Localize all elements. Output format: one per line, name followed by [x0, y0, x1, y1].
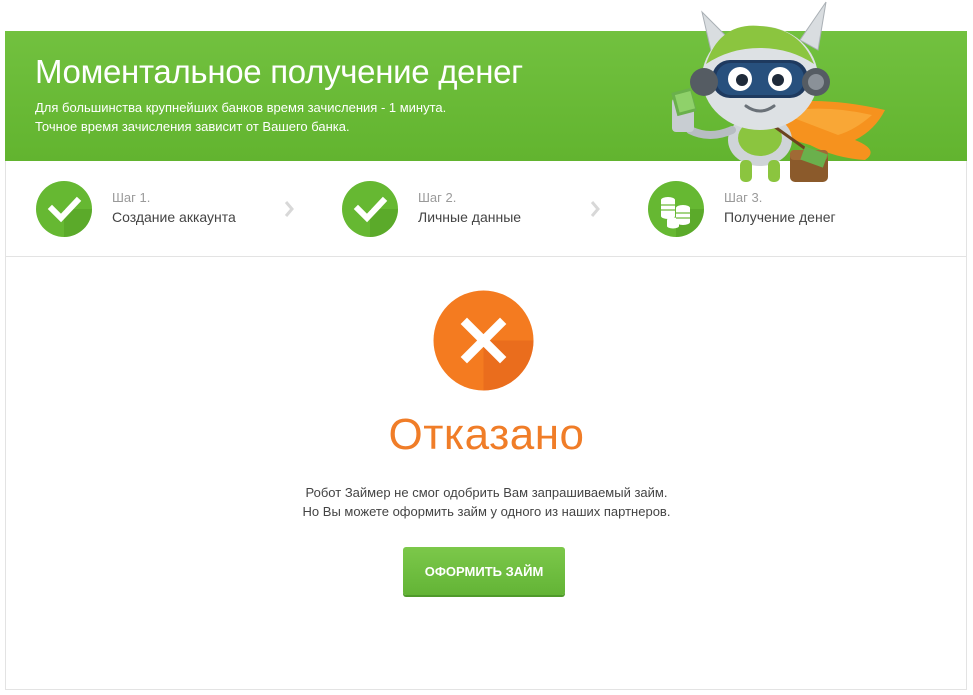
banner-title: Моментальное получение денег: [35, 53, 523, 90]
step-3-number: Шаг 3.: [724, 190, 763, 205]
banner-subtitle-line2: Точное время зачисления зависит от Вашег…: [35, 119, 350, 134]
reject-close-icon: [433, 290, 534, 391]
step-2-name: Личные данные: [418, 209, 522, 225]
result-message-line2: Но Вы можете оформить займ у одного из н…: [302, 504, 671, 519]
step-1-check-icon: [36, 181, 92, 237]
step-1-number: Шаг 1.: [112, 190, 151, 205]
result-message: Робот Займер не смог одобрить Вам запраш…: [0, 483, 973, 521]
step-3-coins-icon: [648, 181, 704, 237]
step-3-name: Получение денег: [724, 209, 836, 225]
get-loan-button[interactable]: ОФОРМИТЬ ЗАЙМ: [403, 547, 565, 595]
result-title: Отказано: [388, 410, 585, 459]
step-2-number: Шаг 2.: [418, 190, 457, 205]
banner-subtitle-line1: Для большинства крупнейших банков время …: [35, 100, 447, 115]
step-2-check-icon: [342, 181, 398, 237]
banner-subtitle: Для большинства крупнейших банков время …: [35, 98, 446, 136]
chevron-right-icon: [284, 201, 294, 217]
chevron-right-icon: [590, 201, 600, 217]
result-message-line1: Робот Займер не смог одобрить Вам запраш…: [305, 485, 668, 500]
step-1-name: Создание аккаунта: [112, 209, 236, 225]
progress-steps: Шаг 1. Создание аккаунта Шаг 2. Личные д…: [5, 161, 967, 257]
